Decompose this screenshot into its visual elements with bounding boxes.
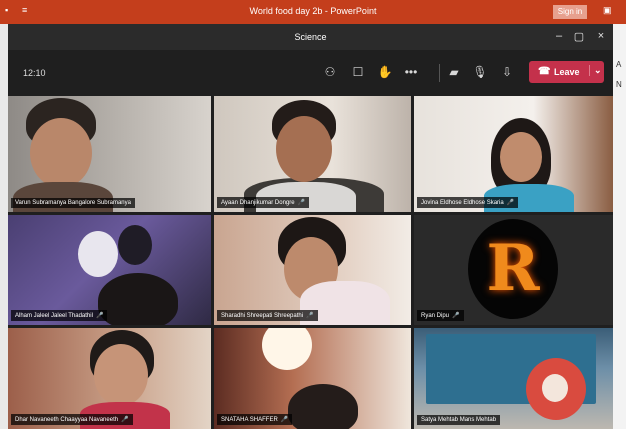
leave-button[interactable]: ☎ Leave ⌄ <box>529 61 604 83</box>
chat-icon[interactable]: ☐ <box>349 63 367 81</box>
participant-name-label: Dhar Navaneeth Chaayyaa Navaneeth 🎤 <box>11 414 133 425</box>
meeting-titlebar: Science – ▢ × <box>8 24 613 50</box>
minimize-icon[interactable]: – <box>551 30 567 42</box>
participant-name-label: Sharadhi Shreepati Shreepathi 🎤 <box>217 310 318 321</box>
chevron-down-icon[interactable]: ⌄ <box>589 65 602 76</box>
video-grid: Varun Subramanya Bangalore Subramanya Ay… <box>8 96 613 429</box>
participant-tile[interactable]: Dhar Navaneeth Chaayyaa Navaneeth 🎤 <box>8 328 211 429</box>
participant-tile[interactable]: Jovina Eldhose Eldhose Skaria 🎤 <box>414 96 613 212</box>
ribbon-label-a: A <box>616 60 622 69</box>
sign-in-button[interactable]: Sign in <box>553 5 587 19</box>
participant-tile[interactable]: Ayaan Dhanjikumar Dongre 🎤 <box>214 96 411 212</box>
powerpoint-slide-pane <box>0 24 8 429</box>
participant-tile[interactable]: Varun Subramanya Bangalore Subramanya <box>8 96 211 212</box>
participant-name-label: Ryan Dipu 🎤 <box>417 310 464 321</box>
phone-icon: ☎ <box>538 66 551 77</box>
people-icon[interactable]: ⚇ <box>321 63 339 81</box>
more-icon[interactable]: ••• <box>402 63 420 81</box>
participant-name-label: Varun Subramanya Bangalore Subramanya <box>11 198 135 208</box>
ribbon-display-icon[interactable]: ▣ <box>603 5 612 16</box>
participant-name-label: Jovina Eldhose Eldhose Skaria 🎤 <box>417 197 519 208</box>
participant-video <box>288 384 358 429</box>
participant-face <box>500 132 542 182</box>
meeting-title: Science <box>294 32 327 42</box>
apple-label <box>542 374 568 402</box>
participant-tile[interactable]: SNATAHA SHAFFER 🎤 <box>214 328 411 429</box>
leave-label: Leave <box>554 67 580 77</box>
participant-tile[interactable]: R Ryan Dipu 🎤 <box>414 215 613 325</box>
participant-name-label: SNATAHA SHAFFER 🎤 <box>217 414 293 425</box>
camera-off-icon[interactable]: ▰ <box>445 63 463 81</box>
participant-face <box>94 344 148 406</box>
participant-face <box>30 118 92 188</box>
meeting-window: Science – ▢ × 12:10 ⚇ ☐ ✋ ••• ▰ 🎙 ⇩ ☎ Le… <box>8 24 613 429</box>
participant-face <box>276 116 332 182</box>
participant-tile[interactable]: Sharadhi Shreepati Shreepathi 🎤 <box>214 215 411 325</box>
mic-off-icon: 🎤 <box>121 417 129 423</box>
participant-video <box>98 273 178 325</box>
participant-avatar: R <box>468 219 558 319</box>
call-timer: 12:10 <box>23 68 46 78</box>
participant-name-label: Satya Mehtab Mans Mehtab <box>417 415 501 425</box>
mic-off-icon: 🎤 <box>95 313 104 319</box>
participant-name-label: Ayaan Dhanjikumar Dongre 🎤 <box>217 197 310 208</box>
close-icon[interactable]: × <box>593 30 609 42</box>
mic-off-icon: 🎤 <box>452 313 460 319</box>
mic-off-icon: 🎤 <box>297 200 306 206</box>
mic-off-icon: 🎤 <box>280 417 289 423</box>
background-dragon-light <box>78 231 118 277</box>
toolbar-divider <box>439 64 440 82</box>
mic-icon[interactable]: 🎙 <box>471 63 489 81</box>
maximize-icon[interactable]: ▢ <box>571 30 587 43</box>
share-tray-icon[interactable]: ⇩ <box>498 63 516 81</box>
ribbon-label-n: N <box>616 80 622 89</box>
powerpoint-title: World food day 2b - PowerPoint <box>249 6 377 16</box>
participant-tile[interactable]: Alham Jaleel Jaleel Thadathil 🎤 <box>8 215 211 325</box>
mic-off-icon: 🎤 <box>306 313 314 319</box>
background-dragon-dark <box>118 225 152 265</box>
powerpoint-titlebar: ▪ ≡ World food day 2b - PowerPoint Sign … <box>0 0 626 24</box>
mic-off-icon: 🎤 <box>506 200 515 206</box>
raise-hand-icon[interactable]: ✋ <box>376 63 394 81</box>
participant-tile[interactable]: Satya Mehtab Mans Mehtab <box>414 328 613 429</box>
participant-name-label: Alham Jaleel Jaleel Thadathil 🎤 <box>11 310 108 321</box>
ceiling-light <box>262 328 312 370</box>
call-controls: 12:10 ⚇ ☐ ✋ ••• ▰ 🎙 ⇩ ☎ Leave ⌄ <box>8 50 613 96</box>
powerpoint-ribbon-edge: A N <box>613 24 626 429</box>
